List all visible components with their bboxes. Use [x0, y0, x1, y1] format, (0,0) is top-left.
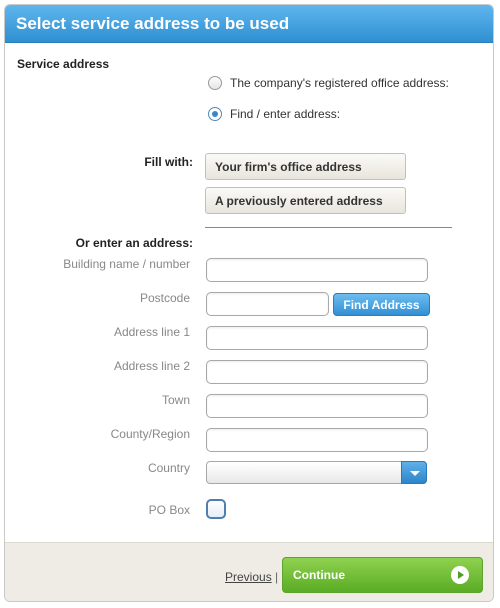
postcode-label: Postcode: [139, 291, 190, 305]
continue-label: Continue: [293, 568, 345, 582]
radio-find-enter-address[interactable]: Find / enter address:: [208, 107, 340, 121]
country-label: Country: [147, 461, 190, 475]
address-line-2-label: Address line 2: [113, 359, 190, 373]
county-label: County/Region: [110, 427, 190, 441]
postcode-input[interactable]: [206, 292, 329, 316]
address-line-1-label: Address line 1: [113, 325, 190, 339]
county-input[interactable]: [206, 428, 428, 452]
country-select[interactable]: [206, 461, 427, 484]
po-box-label: PO Box: [148, 503, 190, 517]
link-separator: |: [275, 570, 279, 584]
radio-button[interactable]: [208, 76, 222, 90]
radio-label: Find / enter address:: [230, 107, 341, 121]
arrow-right-circle-icon: [451, 566, 469, 584]
address-line-2-input[interactable]: [206, 360, 428, 384]
chevron-down-icon[interactable]: [401, 461, 427, 484]
previous-link[interactable]: Previous: [225, 570, 272, 584]
town-label: Town: [161, 393, 190, 407]
panel-header: Select service address to be used: [5, 5, 493, 43]
firm-office-address-button[interactable]: Your firm's office address: [205, 153, 406, 180]
enter-address-label: Or enter an address:: [75, 236, 193, 250]
radio-label: The company's registered office address:: [230, 76, 449, 90]
town-input[interactable]: [206, 394, 428, 418]
section-title: Service address: [17, 57, 110, 71]
building-input[interactable]: [206, 258, 428, 282]
find-address-button[interactable]: Find Address: [333, 293, 430, 316]
address-line-1-input[interactable]: [206, 326, 428, 350]
footer: Previous | Continue: [5, 542, 493, 601]
po-box-checkbox[interactable]: [206, 499, 226, 519]
building-label: Building name / number: [63, 257, 190, 271]
previous-address-button[interactable]: A previously entered address: [205, 187, 406, 214]
fill-with-label: Fill with:: [144, 155, 193, 169]
service-address-panel: Select service address to be used Servic…: [4, 4, 494, 602]
continue-button[interactable]: Continue: [282, 557, 483, 593]
divider: [205, 227, 452, 228]
radio-button[interactable]: [208, 107, 222, 121]
radio-registered-office[interactable]: The company's registered office address:: [208, 76, 449, 90]
